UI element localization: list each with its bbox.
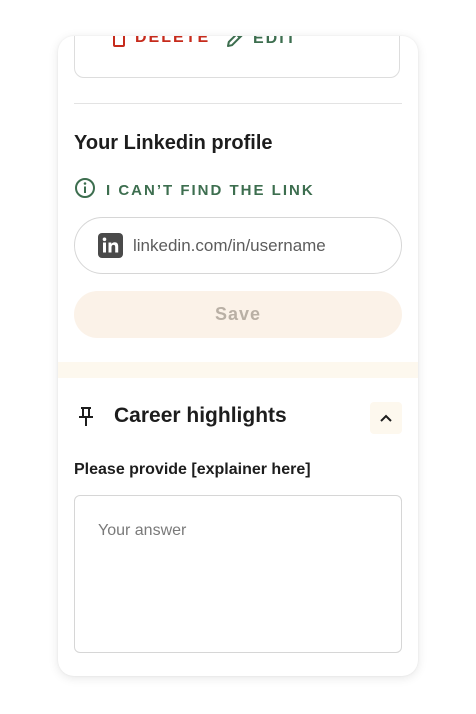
career-highlights-title: Career highlights <box>114 404 287 427</box>
pin-icon <box>78 406 94 433</box>
delete-label: DELETE <box>135 36 211 46</box>
info-icon <box>74 177 96 203</box>
section-separator-band <box>58 362 418 378</box>
linkedin-input-wrapper <box>74 217 402 274</box>
cant-find-link[interactable]: I CAN’T FIND THE LINK <box>74 177 315 203</box>
save-button[interactable]: Save <box>74 291 402 338</box>
delete-button[interactable]: DELETE <box>111 36 210 47</box>
linkedin-title: Your Linkedin profile <box>74 132 273 154</box>
edit-label: EDIT <box>253 36 298 47</box>
section-divider <box>74 103 402 104</box>
edit-button[interactable]: EDIT <box>225 36 297 49</box>
chevron-up-icon <box>380 409 392 427</box>
linkedin-url-input[interactable] <box>131 234 385 257</box>
career-prompt-label: Please provide [explainer here] <box>74 461 311 478</box>
trash-icon <box>111 36 127 47</box>
linkedin-icon <box>98 233 123 258</box>
career-answer-field[interactable] <box>74 495 402 653</box>
cant-find-link-label: I CAN’T FIND THE LINK <box>106 181 315 199</box>
collapse-section-button[interactable] <box>370 402 402 434</box>
pencil-icon <box>225 36 245 49</box>
profile-card: DELETE EDIT Your Linkedin profile I CAN’… <box>58 36 418 676</box>
attachment-box: DELETE EDIT <box>74 36 400 78</box>
